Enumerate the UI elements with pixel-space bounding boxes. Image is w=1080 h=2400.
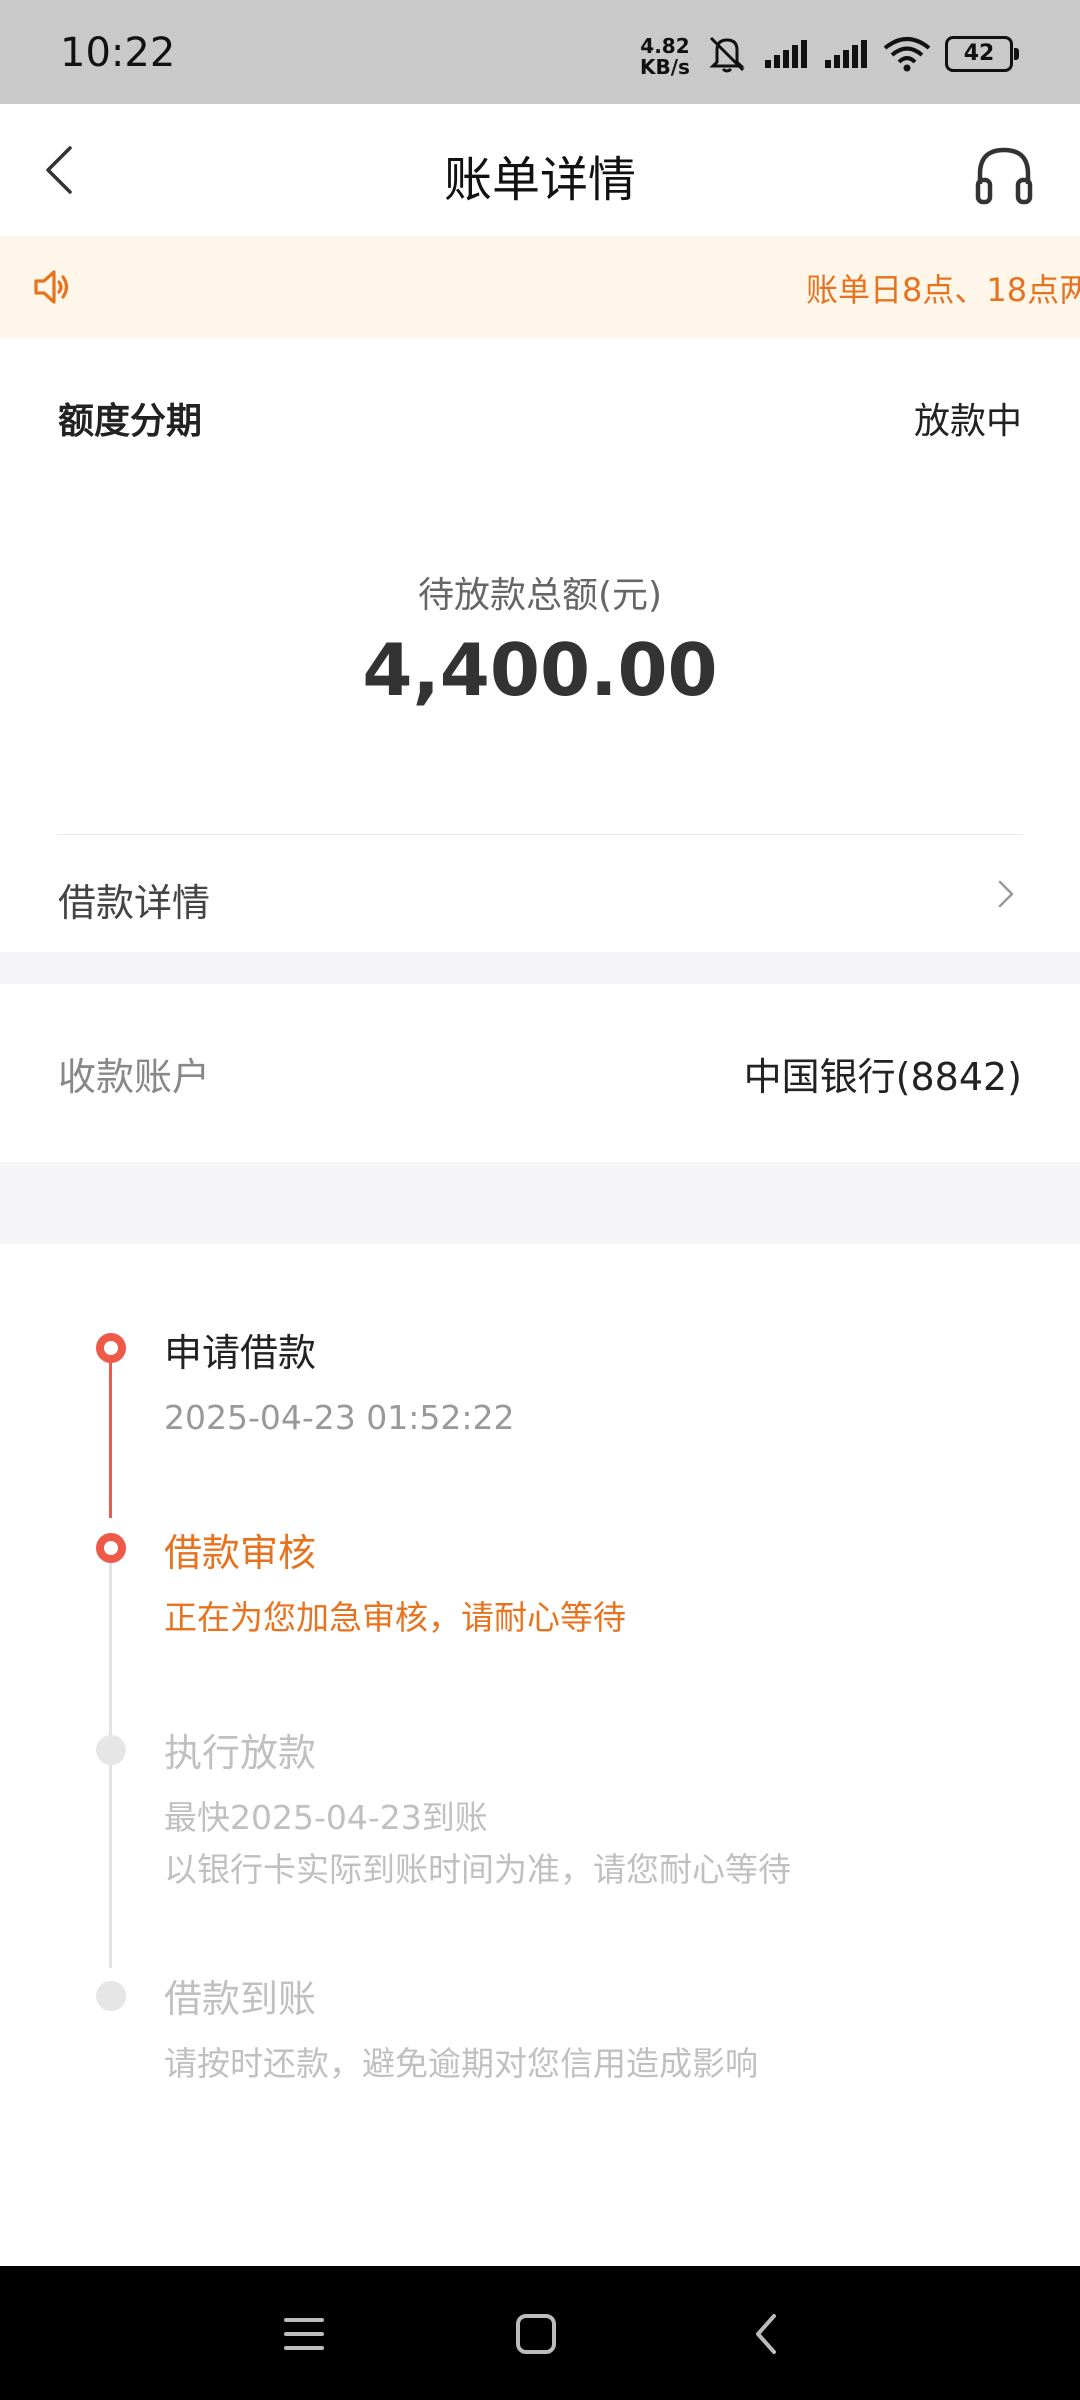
amount-value: 4,400.00: [362, 628, 718, 712]
step-title-review: 借款审核: [164, 1531, 317, 1575]
status-icons: 42: [705, 34, 1019, 74]
battery-icon: 42: [945, 36, 1019, 72]
timeline-dot-arrived: [96, 1981, 126, 2011]
section-gap: [0, 1162, 1080, 1244]
wifi-icon: [883, 37, 931, 72]
notice-bar[interactable]: 账单日8点、18点两: [0, 236, 1080, 338]
timeline-line-done: [109, 1348, 112, 1518]
loan-details-label: 借款详情: [58, 881, 211, 925]
status-badge: 放款中: [913, 401, 1022, 442]
mute-icon: [709, 36, 745, 73]
chevron-right-icon: [998, 880, 1014, 908]
section-gap: [0, 952, 1080, 984]
speaker-icon: [34, 270, 69, 304]
account-value: 中国银行(8842): [743, 1055, 1022, 1099]
step-desc-disburse: 最快2025-04-23到账: [164, 1798, 488, 1837]
account-label: 收款账户: [58, 1055, 211, 1099]
home-icon[interactable]: [508, 2306, 564, 2362]
amount-label: 待放款总额(元): [417, 575, 663, 616]
menu-icon[interactable]: [276, 2306, 332, 2362]
status-time: 10:22: [60, 30, 176, 76]
timeline-dot-review: [96, 1533, 126, 1563]
step-desc-review: 正在为您加急审核，请耐心等待: [164, 1598, 626, 1637]
step-title-disburse: 执行放款: [164, 1731, 317, 1775]
timeline-dot-apply: [96, 1333, 126, 1363]
receiving-account-row: 收款账户 中国银行(8842): [0, 984, 1080, 1162]
notice-text: 账单日8点、18点两: [806, 271, 1080, 309]
headset-icon[interactable]: [972, 144, 1036, 208]
page-title: 账单详情: [443, 152, 636, 208]
step-title-arrived: 借款到账: [164, 1977, 317, 2021]
top-nav-bar: 账单详情: [0, 104, 1080, 237]
progress-timeline: 申请借款 2025-04-23 01:52:22 借款审核 正在为您加急审核，请…: [0, 1244, 1080, 2266]
bill-summary-card: 额度分期 放款中 待放款总额(元) 4,400.00 借款详情: [0, 338, 1080, 952]
signal-icon: [825, 40, 867, 68]
network-speed-unit: KB/s: [640, 55, 690, 79]
signal-icon: [765, 40, 807, 68]
divider: [58, 834, 1022, 835]
back-icon[interactable]: [740, 2306, 796, 2362]
loan-details-row[interactable]: 借款详情: [0, 836, 1080, 952]
system-nav-bar: [0, 2266, 1080, 2400]
step-desc-apply: 2025-04-23 01:52:22: [164, 1398, 515, 1437]
network-speed: 4.82 KB/s: [640, 36, 690, 78]
network-speed-value: 4.82: [640, 34, 690, 58]
timeline-dot-disburse: [96, 1735, 126, 1765]
status-bar: 10:22 4.82 KB/s 42: [0, 0, 1080, 104]
step-title-apply: 申请借款: [164, 1331, 317, 1375]
step-desc-arrived: 请按时还款，避免逾期对您信用造成影响: [164, 2044, 758, 2083]
step-desc-disburse-note: 以银行卡实际到账时间为准，请您耐心等待: [164, 1850, 791, 1889]
bill-type: 额度分期: [58, 401, 203, 442]
